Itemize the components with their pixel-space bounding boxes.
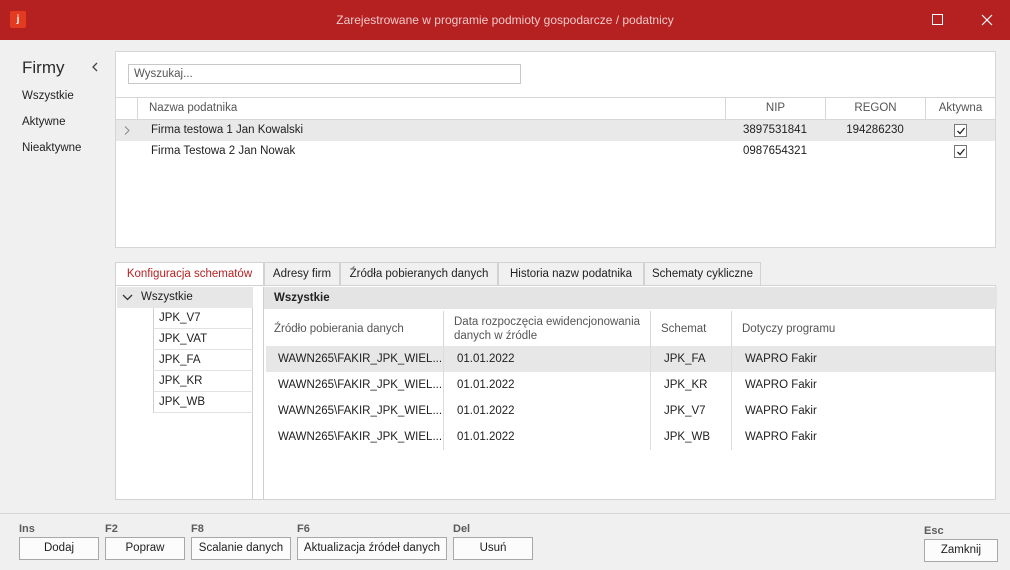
table-row[interactable]: WAWN265\FAKIR_JPK_WIEL... 01.01.2022 JPK… — [266, 346, 995, 372]
sidebar: Firmy Wszystkie Aktywne Nieaktywne — [0, 40, 113, 510]
start-date-cell: 01.01.2022 — [443, 424, 650, 450]
sidebar-title: Firmy — [22, 58, 65, 77]
update-sources-button[interactable]: Aktualizacja źródeł danych — [297, 537, 447, 560]
shortcut-label: F8 — [191, 523, 204, 535]
checkmark-icon — [957, 148, 966, 156]
search-input[interactable] — [128, 64, 521, 84]
company-nip: 0987654321 — [743, 145, 807, 157]
column-header-source[interactable]: Źródło pobierania danych — [264, 311, 443, 346]
tab-name-history[interactable]: Historia nazw podatnika — [498, 262, 644, 286]
start-date-cell: 01.01.2022 — [443, 398, 650, 424]
tab-company-addresses[interactable]: Adresy firm — [264, 262, 340, 286]
source-cell: WAWN265\FAKIR_JPK_WIEL... — [278, 379, 443, 391]
tab-data-sources[interactable]: Źródła pobieranych danych — [340, 262, 498, 286]
window-title: Zarejestrowane w programie podmioty gosp… — [336, 13, 674, 27]
program-cell: WAPRO Fakir — [731, 398, 995, 424]
program-cell: WAPRO Fakir — [731, 424, 995, 450]
column-header-schema[interactable]: Schemat — [650, 311, 731, 346]
table-row[interactable]: WAWN265\FAKIR_JPK_WIEL... 01.01.2022 JPK… — [266, 372, 995, 398]
close-icon — [981, 14, 993, 26]
close-button[interactable]: Zamknij — [924, 539, 998, 562]
company-regon — [825, 141, 925, 162]
chevron-down-icon — [122, 294, 133, 301]
sidebar-item-active[interactable]: Aktywne — [22, 116, 65, 128]
checkmark-icon — [957, 127, 966, 135]
source-cell: WAWN265\FAKIR_JPK_WIEL... — [278, 405, 443, 417]
start-date-cell: 01.01.2022 — [443, 346, 650, 372]
company-regon: 194286230 — [846, 124, 904, 136]
column-header-program[interactable]: Dotyczy programu — [731, 311, 995, 346]
column-header-regon[interactable]: REGON — [825, 98, 925, 119]
tree-root[interactable]: Wszystkie — [117, 287, 253, 308]
sidebar-item-all[interactable]: Wszystkie — [22, 90, 74, 102]
table-row[interactable]: WAWN265\FAKIR_JPK_WIEL... 01.01.2022 JPK… — [266, 424, 995, 450]
column-header-name[interactable]: Nazwa podatnika — [137, 98, 725, 119]
shortcut-label: F2 — [105, 523, 118, 535]
schema-cell: JPK_FA — [650, 346, 731, 372]
companies-panel: Nazwa podatnika NIP REGON Aktywna Firma … — [115, 51, 996, 248]
tree-item[interactable]: JPK_V7 — [153, 308, 253, 329]
tree-root-label: Wszystkie — [141, 291, 193, 303]
schema-cell: JPK_V7 — [650, 398, 731, 424]
shortcut-label: Ins — [19, 523, 35, 535]
tree-item[interactable]: JPK_FA — [153, 350, 253, 371]
grid-group-header: Wszystkie — [264, 287, 997, 309]
maximize-button[interactable] — [915, 0, 961, 40]
add-button[interactable]: Dodaj — [19, 537, 99, 560]
companies-table-header: Nazwa podatnika NIP REGON Aktywna — [116, 97, 995, 120]
sources-grid: Wszystkie Źródło pobierania danych Data … — [263, 287, 997, 500]
column-header-nip[interactable]: NIP — [725, 98, 825, 119]
shortcut-label: Del — [453, 523, 471, 535]
tab-schema-configuration[interactable]: Konfiguracja schematów — [115, 262, 264, 287]
edit-button[interactable]: Popraw — [105, 537, 185, 560]
program-cell: WAPRO Fakir — [731, 372, 995, 398]
column-header-active[interactable]: Aktywna — [925, 98, 995, 119]
tab-cyclic-schemas[interactable]: Schematy cykliczne — [644, 262, 761, 286]
company-name: Firma Testowa 2 Jan Nowak — [151, 145, 296, 157]
source-cell: WAWN265\FAKIR_JPK_WIEL... — [278, 353, 443, 365]
chevron-left-icon — [92, 62, 98, 72]
active-checkbox[interactable] — [954, 124, 967, 137]
delete-button[interactable]: Usuń — [453, 537, 533, 560]
schema-cell: JPK_WB — [650, 424, 731, 450]
sidebar-item-inactive[interactable]: Nieaktywne — [22, 142, 81, 154]
close-window-button[interactable] — [964, 0, 1010, 40]
table-row[interactable]: WAWN265\FAKIR_JPK_WIEL... 01.01.2022 JPK… — [266, 398, 995, 424]
schema-cell: JPK_KR — [650, 372, 731, 398]
start-date-cell: 01.01.2022 — [443, 372, 650, 398]
tree-item[interactable]: JPK_KR — [153, 371, 253, 392]
collapse-sidebar-button[interactable] — [88, 60, 102, 74]
shortcut-label: F6 — [297, 523, 310, 535]
table-row[interactable]: Firma testowa 1 Jan Kowalski 3897531841 … — [116, 120, 995, 141]
program-cell: WAPRO Fakir — [731, 346, 995, 372]
company-name: Firma testowa 1 Jan Kowalski — [151, 124, 304, 136]
footer-divider — [0, 513, 1010, 514]
company-nip: 3897531841 — [743, 124, 807, 136]
active-checkbox[interactable] — [954, 145, 967, 158]
merge-data-button[interactable]: Scalanie danych — [191, 537, 291, 560]
tab-content: Wszystkie JPK_V7 JPK_VAT JPK_FA JPK_KR J… — [115, 285, 997, 500]
maximize-icon — [932, 14, 943, 25]
column-header-start-date[interactable]: Data rozpoczęcia ewidencjonowania danych… — [443, 311, 650, 346]
chevron-right-icon — [124, 126, 130, 135]
source-cell: WAWN265\FAKIR_JPK_WIEL... — [278, 431, 443, 443]
tree-item[interactable]: JPK_VAT — [153, 329, 253, 350]
tree-item[interactable]: JPK_WB — [153, 392, 253, 413]
schema-tree: Wszystkie JPK_V7 JPK_VAT JPK_FA JPK_KR J… — [117, 287, 253, 499]
shortcut-label: Esc — [924, 525, 944, 537]
title-bar: j Zarejestrowane w programie podmioty go… — [0, 0, 1010, 40]
table-row[interactable]: Firma Testowa 2 Jan Nowak 0987654321 — [116, 141, 995, 162]
